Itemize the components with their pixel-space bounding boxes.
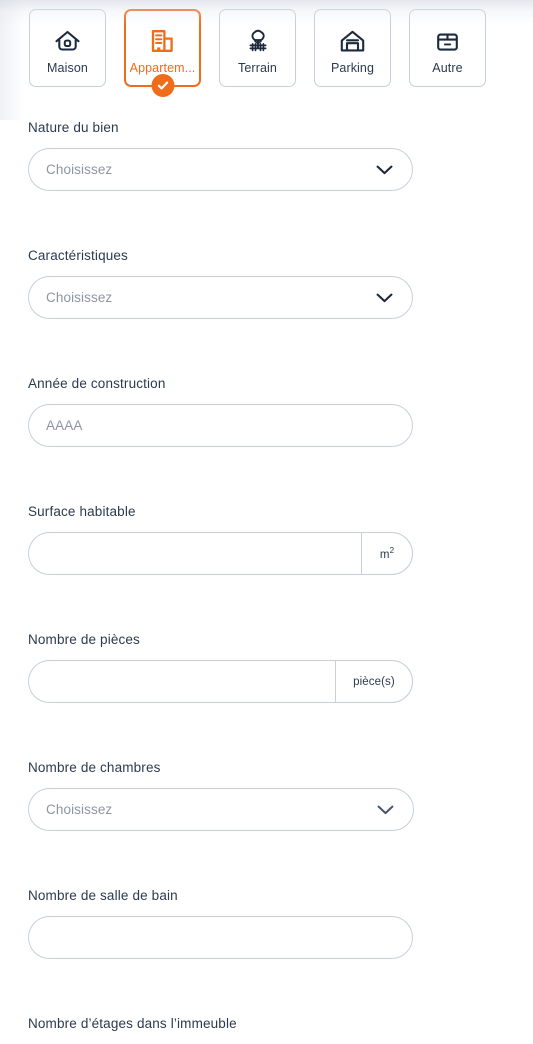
select-placeholder: Choisissez: [46, 802, 113, 817]
field-nombre-de-pieces: Nombre de pièces pièce(s): [0, 632, 533, 703]
property-type-card-parking[interactable]: Parking: [314, 9, 391, 87]
chevron-down-icon[interactable]: [376, 292, 393, 303]
nombre-de-chambres-select[interactable]: Choisissez: [28, 788, 414, 831]
input-placeholder: AAAA: [46, 418, 83, 433]
caracteristiques-select[interactable]: Choisissez: [28, 276, 413, 319]
field-label: Nature du bien: [28, 120, 119, 135]
field-caracteristiques: Caractéristiques Choisissez: [0, 248, 533, 319]
field-nombre-d-etages: Nombre d’étages dans l’immeuble: [0, 1016, 533, 1032]
property-type-label: Autre: [432, 60, 463, 75]
tree-fence-icon: [244, 24, 272, 54]
select-placeholder: Choisissez: [46, 162, 113, 177]
property-type-label: Appartem...: [129, 60, 196, 75]
field-annee-de-construction: Année de construction AAAA: [0, 376, 533, 447]
field-label: Caractéristiques: [28, 248, 128, 263]
property-type-card-maison[interactable]: Maison: [29, 9, 106, 87]
field-label: Année de construction: [28, 376, 166, 391]
property-type-selector: Maison Appartem... Terrain Parking Autre: [29, 9, 486, 97]
field-nombre-de-salle-de-bain: Nombre de salle de bain: [0, 888, 533, 959]
property-details-form: Nature du bien Choisissez Caractéristiqu…: [0, 120, 533, 1044]
box-icon: [435, 24, 460, 54]
field-label: Nombre d’étages dans l’immeuble: [28, 1016, 237, 1031]
property-type-card-terrain[interactable]: Terrain: [219, 9, 296, 87]
field-label: Nombre de salle de bain: [28, 888, 178, 903]
field-label: Nombre de chambres: [28, 760, 161, 775]
property-type-label: Terrain: [238, 60, 277, 75]
property-type-label: Maison: [47, 60, 88, 75]
select-placeholder: Choisissez: [46, 290, 113, 305]
field-label: Surface habitable: [28, 504, 136, 519]
property-type-card-appartement[interactable]: Appartem...: [124, 9, 201, 97]
building-icon: [149, 24, 176, 54]
unit-suffix-m2: m2: [361, 532, 413, 575]
field-surface-habitable: Surface habitable m2: [0, 504, 533, 575]
chevron-down-icon[interactable]: [377, 804, 394, 815]
field-nombre-de-chambres: Nombre de chambres Choisissez: [0, 760, 533, 831]
left-edge-shadow: [0, 0, 24, 120]
unit-label: m2: [379, 546, 395, 561]
nature-du-bien-select[interactable]: Choisissez: [28, 148, 413, 191]
surface-habitable-input[interactable]: m2: [28, 532, 413, 575]
property-type-label: Parking: [330, 60, 375, 75]
chevron-down-icon[interactable]: [376, 164, 393, 175]
garage-icon: [339, 24, 366, 54]
unit-suffix-pieces: pièce(s): [335, 660, 413, 703]
field-nature-du-bien: Nature du bien Choisissez: [0, 120, 533, 191]
annee-de-construction-input[interactable]: AAAA: [28, 404, 413, 447]
nombre-de-pieces-input[interactable]: pièce(s): [28, 660, 413, 703]
check-circle-icon: [151, 74, 174, 97]
nombre-de-salle-de-bain-input[interactable]: [28, 916, 413, 959]
unit-label: pièce(s): [353, 675, 395, 688]
house-icon: [54, 24, 81, 54]
field-label: Nombre de pièces: [28, 632, 140, 647]
property-type-card-autre[interactable]: Autre: [409, 9, 486, 87]
